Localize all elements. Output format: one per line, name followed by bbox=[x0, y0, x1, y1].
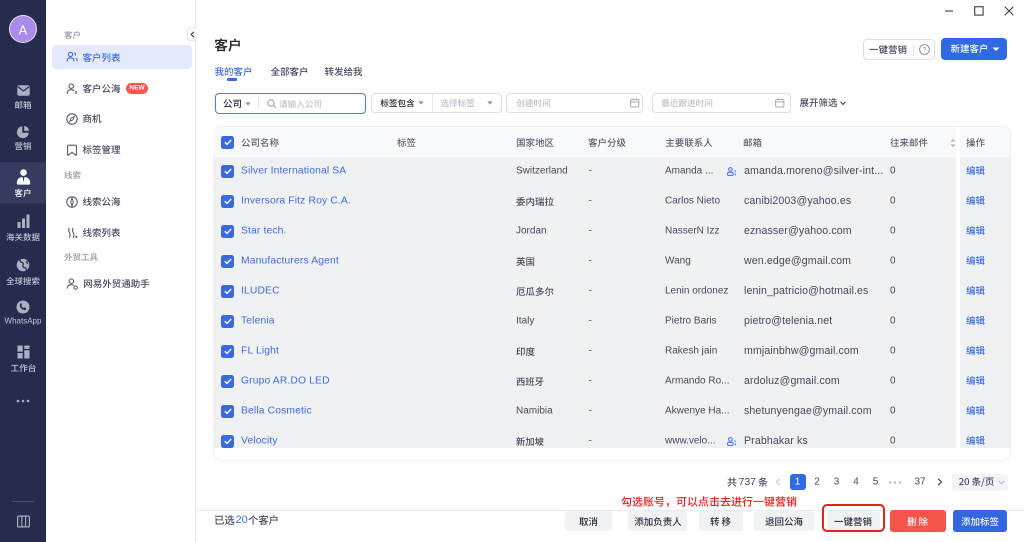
svg-text:?: ? bbox=[922, 47, 926, 54]
